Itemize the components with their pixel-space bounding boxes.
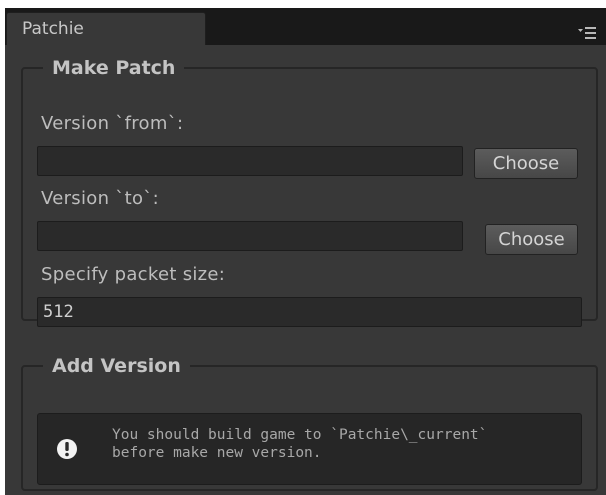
packet-size-field[interactable]: 512 <box>37 297 582 327</box>
choose-to-button[interactable]: Choose <box>485 224 578 255</box>
make-patch-group: Make Patch Version `from`: Choose Versio… <box>21 55 598 327</box>
tab-patchie[interactable]: Patchie <box>6 12 206 46</box>
editor-window: Patchie Make Patch Version `from`: Choos… <box>0 0 606 495</box>
help-message: You should build game to `Patchie\_curre… <box>112 427 488 461</box>
add-version-title: Add Version <box>43 353 190 379</box>
info-icon <box>56 438 78 460</box>
tab-bar: Patchie <box>0 0 606 46</box>
version-from-field[interactable] <box>37 146 463 176</box>
patchie-panel: Make Patch Version `from`: Choose Versio… <box>5 45 606 495</box>
packet-size-label: Specify packet size: <box>41 264 226 285</box>
tab-title: Patchie <box>22 19 84 39</box>
add-version-group: Add Version You should build game to `Pa… <box>21 353 598 491</box>
help-box: You should build game to `Patchie\_curre… <box>37 413 582 485</box>
version-from-label: Version `from`: <box>41 113 184 134</box>
choose-from-button[interactable]: Choose <box>474 148 578 179</box>
context-menu-icon[interactable] <box>578 26 596 40</box>
version-to-field[interactable] <box>37 221 463 251</box>
version-to-label: Version `to`: <box>41 188 159 209</box>
make-patch-title: Make Patch <box>43 55 185 81</box>
